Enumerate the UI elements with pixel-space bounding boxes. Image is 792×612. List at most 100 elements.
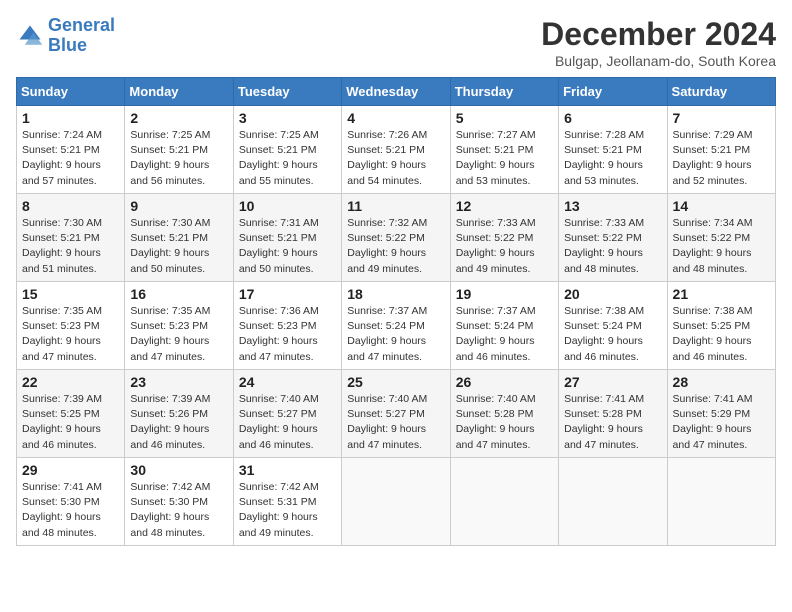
day-number: 14 [673,198,770,214]
calendar-cell: 18 Sunrise: 7:37 AM Sunset: 5:24 PM Dayl… [342,282,450,370]
day-info: Sunrise: 7:41 AM Sunset: 5:28 PM Dayligh… [564,392,661,453]
day-number: 30 [130,462,227,478]
day-info: Sunrise: 7:34 AM Sunset: 5:22 PM Dayligh… [673,216,770,277]
day-number: 19 [456,286,553,302]
calendar-cell: 3 Sunrise: 7:25 AM Sunset: 5:21 PM Dayli… [233,106,341,194]
calendar-week-row: 1 Sunrise: 7:24 AM Sunset: 5:21 PM Dayli… [17,106,776,194]
day-number: 21 [673,286,770,302]
day-info: Sunrise: 7:38 AM Sunset: 5:25 PM Dayligh… [673,304,770,365]
calendar-cell: 29 Sunrise: 7:41 AM Sunset: 5:30 PM Dayl… [17,458,125,546]
day-number: 16 [130,286,227,302]
day-info: Sunrise: 7:42 AM Sunset: 5:30 PM Dayligh… [130,480,227,541]
day-number: 24 [239,374,336,390]
day-info: Sunrise: 7:30 AM Sunset: 5:21 PM Dayligh… [22,216,119,277]
day-info: Sunrise: 7:35 AM Sunset: 5:23 PM Dayligh… [22,304,119,365]
day-info: Sunrise: 7:36 AM Sunset: 5:23 PM Dayligh… [239,304,336,365]
day-number: 1 [22,110,119,126]
calendar-cell: 27 Sunrise: 7:41 AM Sunset: 5:28 PM Dayl… [559,370,667,458]
day-info: Sunrise: 7:33 AM Sunset: 5:22 PM Dayligh… [564,216,661,277]
calendar-cell [342,458,450,546]
calendar-cell: 12 Sunrise: 7:33 AM Sunset: 5:22 PM Dayl… [450,194,558,282]
calendar-cell: 1 Sunrise: 7:24 AM Sunset: 5:21 PM Dayli… [17,106,125,194]
day-info: Sunrise: 7:25 AM Sunset: 5:21 PM Dayligh… [130,128,227,189]
day-info: Sunrise: 7:39 AM Sunset: 5:26 PM Dayligh… [130,392,227,453]
day-info: Sunrise: 7:38 AM Sunset: 5:24 PM Dayligh… [564,304,661,365]
day-info: Sunrise: 7:41 AM Sunset: 5:30 PM Dayligh… [22,480,119,541]
day-info: Sunrise: 7:42 AM Sunset: 5:31 PM Dayligh… [239,480,336,541]
day-number: 12 [456,198,553,214]
day-info: Sunrise: 7:39 AM Sunset: 5:25 PM Dayligh… [22,392,119,453]
calendar-cell: 16 Sunrise: 7:35 AM Sunset: 5:23 PM Dayl… [125,282,233,370]
day-number: 13 [564,198,661,214]
day-info: Sunrise: 7:37 AM Sunset: 5:24 PM Dayligh… [347,304,444,365]
weekday-header: Monday [125,78,233,106]
calendar-cell: 14 Sunrise: 7:34 AM Sunset: 5:22 PM Dayl… [667,194,775,282]
calendar-cell: 17 Sunrise: 7:36 AM Sunset: 5:23 PM Dayl… [233,282,341,370]
calendar-cell [559,458,667,546]
page-header: General Blue December 2024 Bulgap, Jeoll… [16,16,776,69]
logo-icon [16,22,44,50]
calendar-cell: 22 Sunrise: 7:39 AM Sunset: 5:25 PM Dayl… [17,370,125,458]
day-number: 20 [564,286,661,302]
day-number: 5 [456,110,553,126]
day-info: Sunrise: 7:40 AM Sunset: 5:27 PM Dayligh… [347,392,444,453]
logo-line2: Blue [48,35,87,55]
calendar-cell: 23 Sunrise: 7:39 AM Sunset: 5:26 PM Dayl… [125,370,233,458]
calendar-table: SundayMondayTuesdayWednesdayThursdayFrid… [16,77,776,546]
calendar-cell [667,458,775,546]
calendar-cell: 25 Sunrise: 7:40 AM Sunset: 5:27 PM Dayl… [342,370,450,458]
day-number: 15 [22,286,119,302]
month-title: December 2024 [541,16,776,53]
day-info: Sunrise: 7:27 AM Sunset: 5:21 PM Dayligh… [456,128,553,189]
weekday-header: Sunday [17,78,125,106]
day-number: 6 [564,110,661,126]
day-number: 22 [22,374,119,390]
calendar-cell: 11 Sunrise: 7:32 AM Sunset: 5:22 PM Dayl… [342,194,450,282]
day-number: 2 [130,110,227,126]
day-info: Sunrise: 7:26 AM Sunset: 5:21 PM Dayligh… [347,128,444,189]
day-number: 9 [130,198,227,214]
calendar-cell: 5 Sunrise: 7:27 AM Sunset: 5:21 PM Dayli… [450,106,558,194]
day-info: Sunrise: 7:37 AM Sunset: 5:24 PM Dayligh… [456,304,553,365]
logo-line1: General [48,15,115,35]
logo: General Blue [16,16,115,56]
calendar-cell: 19 Sunrise: 7:37 AM Sunset: 5:24 PM Dayl… [450,282,558,370]
calendar-cell: 24 Sunrise: 7:40 AM Sunset: 5:27 PM Dayl… [233,370,341,458]
day-number: 26 [456,374,553,390]
day-number: 3 [239,110,336,126]
day-info: Sunrise: 7:32 AM Sunset: 5:22 PM Dayligh… [347,216,444,277]
calendar-cell: 6 Sunrise: 7:28 AM Sunset: 5:21 PM Dayli… [559,106,667,194]
weekday-header: Saturday [667,78,775,106]
calendar-cell [450,458,558,546]
weekday-header: Thursday [450,78,558,106]
day-info: Sunrise: 7:33 AM Sunset: 5:22 PM Dayligh… [456,216,553,277]
day-number: 18 [347,286,444,302]
day-number: 27 [564,374,661,390]
day-number: 4 [347,110,444,126]
calendar-cell: 7 Sunrise: 7:29 AM Sunset: 5:21 PM Dayli… [667,106,775,194]
calendar-cell: 9 Sunrise: 7:30 AM Sunset: 5:21 PM Dayli… [125,194,233,282]
day-number: 28 [673,374,770,390]
day-number: 10 [239,198,336,214]
calendar-cell: 31 Sunrise: 7:42 AM Sunset: 5:31 PM Dayl… [233,458,341,546]
location-subtitle: Bulgap, Jeollanam-do, South Korea [541,53,776,69]
calendar-cell: 30 Sunrise: 7:42 AM Sunset: 5:30 PM Dayl… [125,458,233,546]
calendar-cell: 4 Sunrise: 7:26 AM Sunset: 5:21 PM Dayli… [342,106,450,194]
day-number: 7 [673,110,770,126]
weekday-header-row: SundayMondayTuesdayWednesdayThursdayFrid… [17,78,776,106]
title-block: December 2024 Bulgap, Jeollanam-do, Sout… [541,16,776,69]
day-number: 25 [347,374,444,390]
calendar-week-row: 8 Sunrise: 7:30 AM Sunset: 5:21 PM Dayli… [17,194,776,282]
day-info: Sunrise: 7:28 AM Sunset: 5:21 PM Dayligh… [564,128,661,189]
day-number: 29 [22,462,119,478]
day-info: Sunrise: 7:41 AM Sunset: 5:29 PM Dayligh… [673,392,770,453]
calendar-week-row: 22 Sunrise: 7:39 AM Sunset: 5:25 PM Dayl… [17,370,776,458]
day-info: Sunrise: 7:29 AM Sunset: 5:21 PM Dayligh… [673,128,770,189]
calendar-cell: 13 Sunrise: 7:33 AM Sunset: 5:22 PM Dayl… [559,194,667,282]
day-number: 11 [347,198,444,214]
calendar-week-row: 29 Sunrise: 7:41 AM Sunset: 5:30 PM Dayl… [17,458,776,546]
calendar-cell: 2 Sunrise: 7:25 AM Sunset: 5:21 PM Dayli… [125,106,233,194]
day-number: 31 [239,462,336,478]
calendar-cell: 26 Sunrise: 7:40 AM Sunset: 5:28 PM Dayl… [450,370,558,458]
calendar-cell: 10 Sunrise: 7:31 AM Sunset: 5:21 PM Dayl… [233,194,341,282]
